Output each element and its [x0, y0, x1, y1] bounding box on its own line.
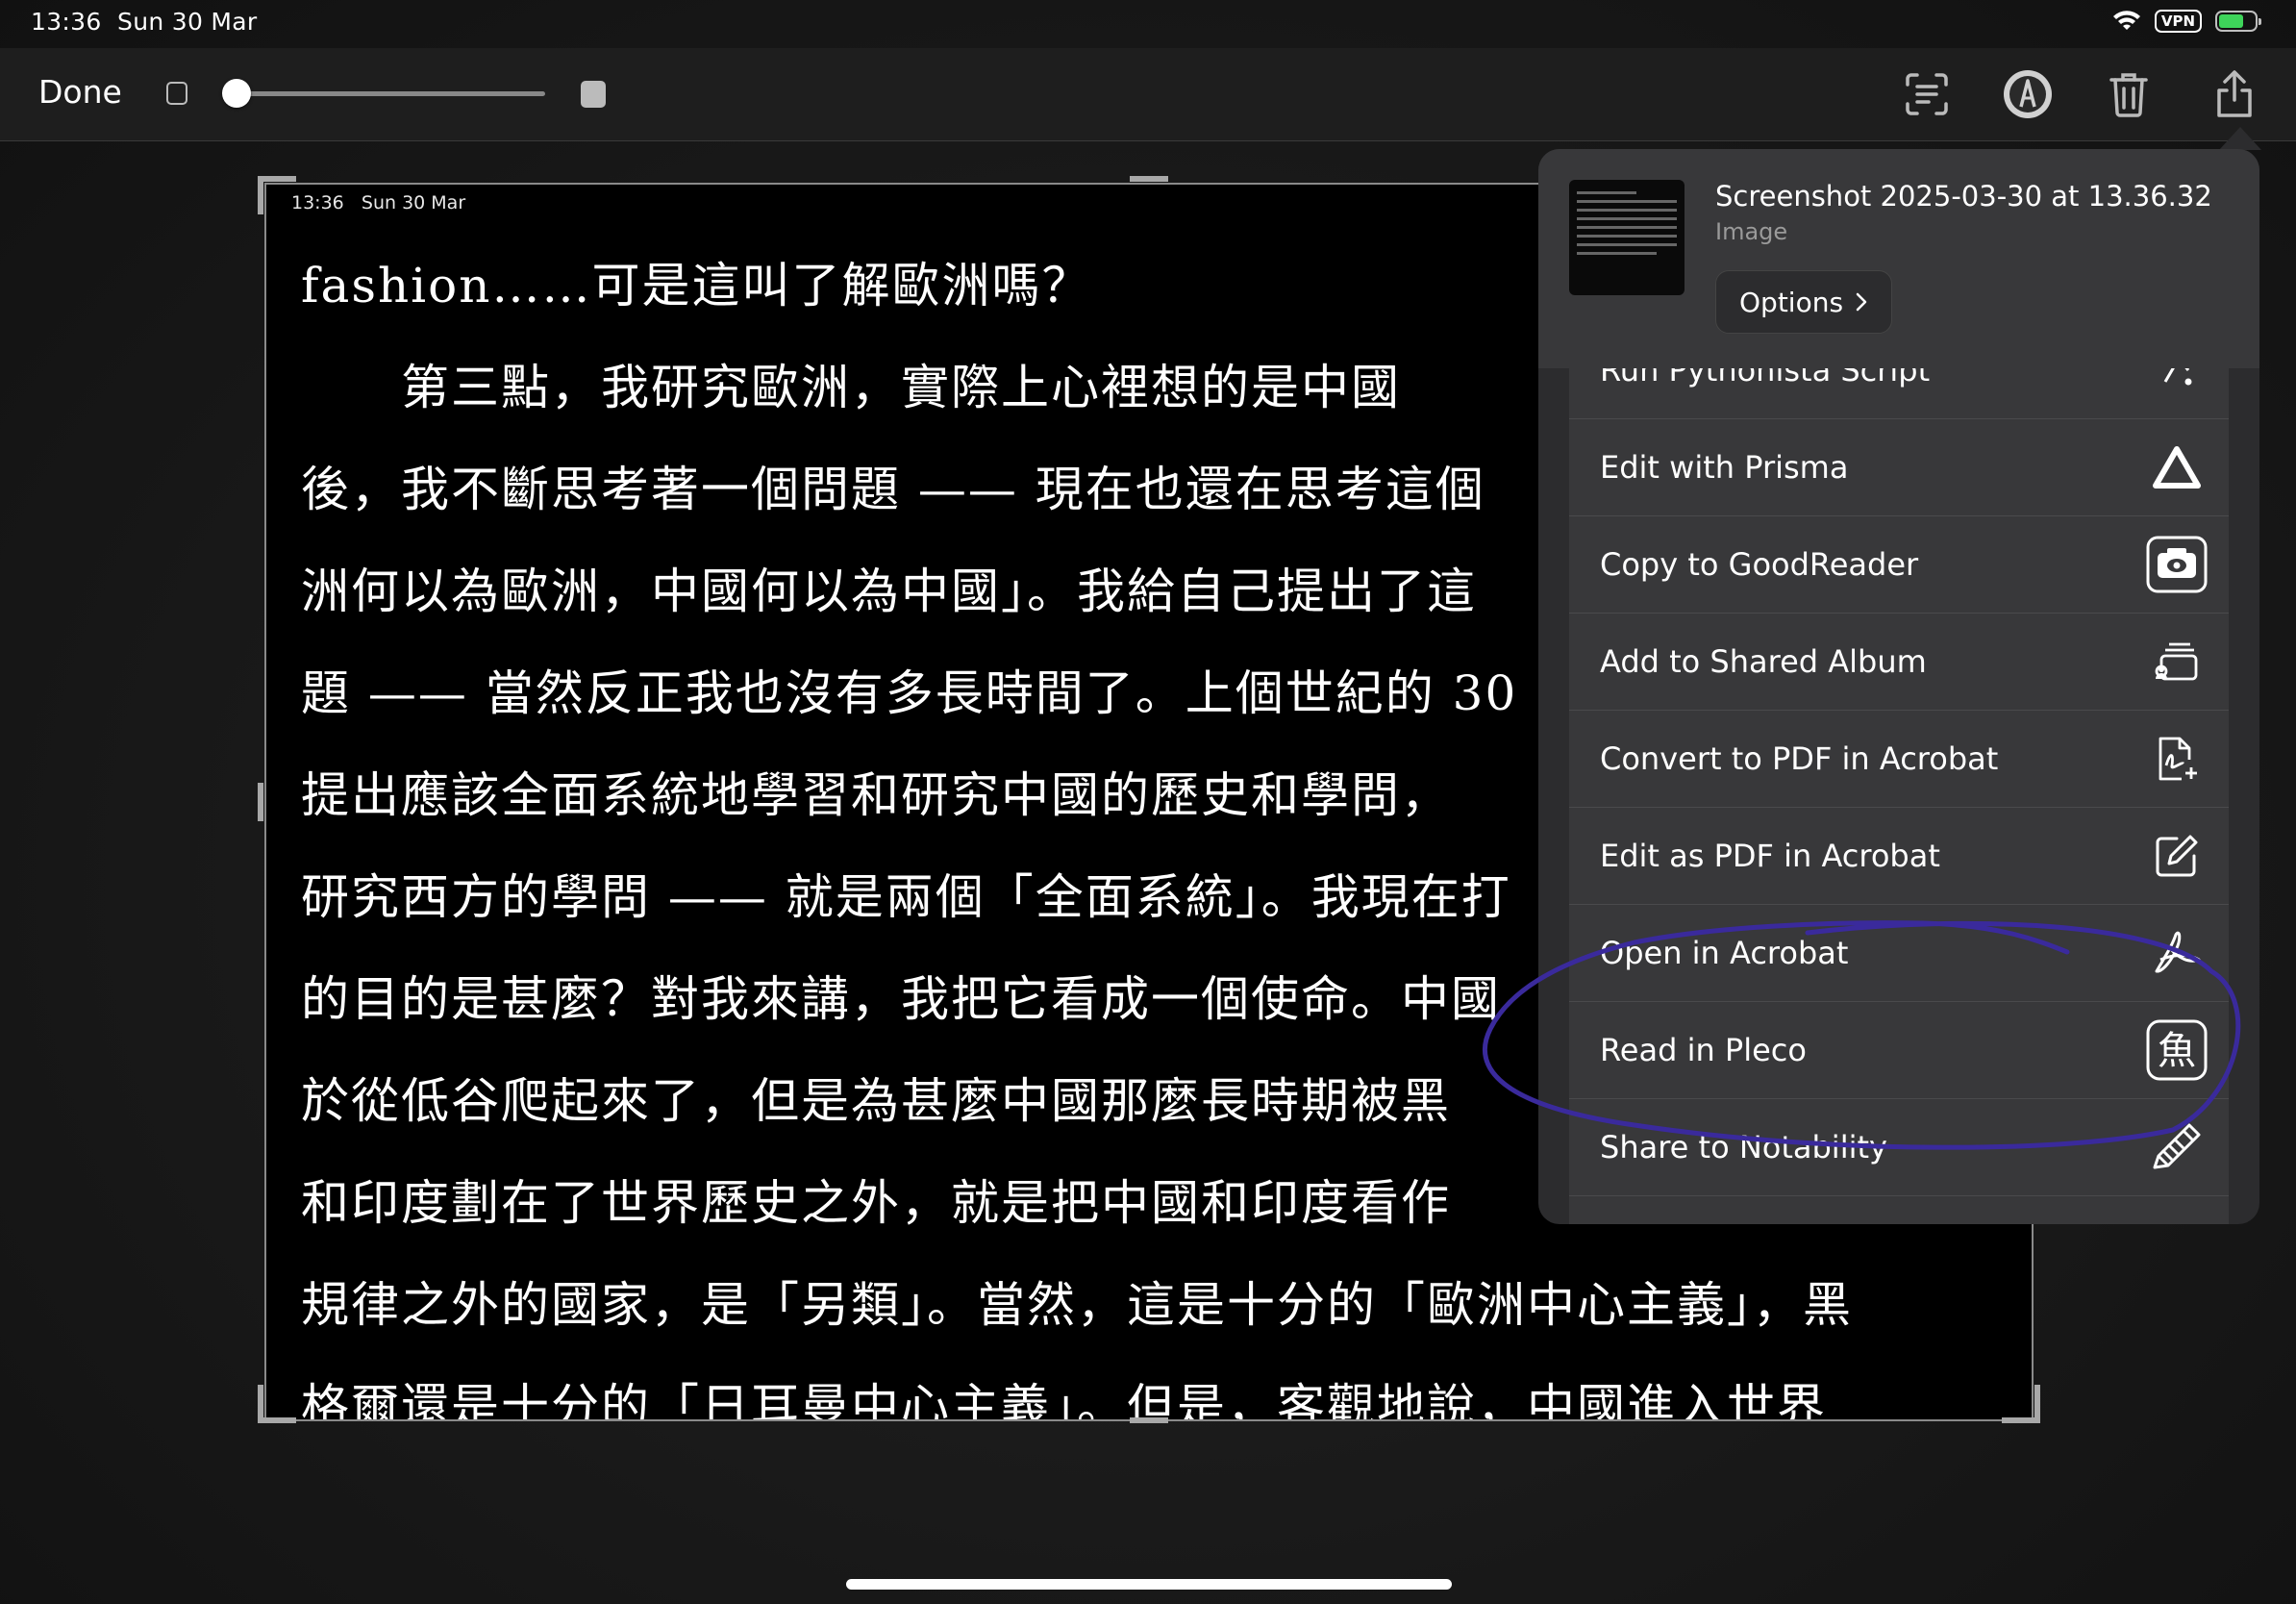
markup-pen-icon[interactable]	[2001, 67, 2055, 121]
action-convert-to-pdf[interactable]: Convert to PDF in Acrobat	[1569, 711, 2229, 808]
pencil-icon	[2146, 1116, 2208, 1178]
small-size-icon	[166, 82, 187, 105]
chevron-right-icon	[1856, 292, 1867, 312]
large-size-icon	[581, 81, 606, 108]
share-sheet-header: Screenshot 2025-03-30 at 13.36.32 Image …	[1538, 149, 2259, 368]
share-sheet: Run Pythonista Script Edit with Prisma C…	[1538, 149, 2259, 1224]
preview-status-bar: 13:36 Sun 30 Mar	[291, 192, 465, 213]
action-open-in-acrobat[interactable]: Open in Acrobat	[1569, 905, 2229, 1002]
action-label: Add to Shared Album	[1600, 643, 1927, 680]
pdf-convert-icon	[2146, 728, 2208, 789]
action-list: Run Pythonista Script Edit with Prisma C…	[1569, 322, 2229, 1224]
action-label: Edit with Prisma	[1600, 449, 1849, 486]
acrobat-icon	[2146, 922, 2208, 984]
text-line: 規律之外的國家，是「另類」。當然，這是十分的「歐洲中心主義」，黑	[301, 1277, 1853, 1333]
crop-handle-left[interactable]	[258, 783, 263, 821]
pdf-edit-icon	[2146, 825, 2208, 887]
action-label: Read in Pleco	[1600, 1032, 1807, 1068]
goodreader-icon	[2146, 534, 2208, 595]
preview-time: 13:36	[291, 192, 344, 213]
file-title: Screenshot 2025-03-30 at 13.36.32	[1715, 180, 2212, 213]
shared-album-icon	[2146, 631, 2208, 692]
crop-handle-top[interactable]	[1130, 176, 1168, 182]
status-time-date: 13:36 Sun 30 Mar	[31, 8, 257, 36]
file-thumbnail	[1569, 180, 1685, 295]
trash-icon[interactable]	[2102, 67, 2156, 121]
preview-date: Sun 30 Mar	[361, 192, 466, 213]
svg-text:魚: 魚	[2158, 1029, 2196, 1073]
pleco-icon: 魚	[2146, 1019, 2208, 1081]
text-recognition-icon[interactable]	[1900, 67, 1954, 121]
action-add-to-shared-album[interactable]: Add to Shared Album	[1569, 614, 2229, 711]
action-label: Share to Notability	[1600, 1129, 1887, 1165]
status-icons: VPN	[2112, 10, 2261, 33]
options-button[interactable]: Options	[1715, 270, 1893, 334]
file-type: Image	[1715, 218, 1788, 245]
action-read-in-pleco[interactable]: Read in Pleco 魚	[1569, 1002, 2229, 1099]
home-indicator[interactable]	[846, 1579, 1452, 1590]
action-share-to-notability[interactable]: Share to Notability	[1569, 1099, 2229, 1196]
options-label: Options	[1739, 286, 1844, 318]
action-row-cutoff	[1569, 1196, 2229, 1224]
wifi-icon	[2112, 11, 2140, 30]
size-slider-thumb[interactable]	[222, 79, 251, 108]
crop-handle-top-left[interactable]	[258, 176, 296, 182]
action-label: Edit as PDF in Acrobat	[1600, 838, 1940, 874]
markup-toolbar: Done	[0, 48, 2296, 141]
battery-level	[2219, 14, 2244, 28]
battery-icon	[2215, 11, 2261, 32]
status-time: 13:36	[31, 8, 102, 36]
action-label: Convert to PDF in Acrobat	[1600, 740, 1999, 777]
status-date: Sun 30 Mar	[117, 8, 258, 36]
action-label: Open in Acrobat	[1600, 935, 1849, 971]
size-slider-track[interactable]	[236, 91, 545, 96]
action-edit-with-prisma[interactable]: Edit with Prisma	[1569, 419, 2229, 516]
action-edit-as-pdf[interactable]: Edit as PDF in Acrobat	[1569, 808, 2229, 905]
action-copy-to-goodreader[interactable]: Copy to GoodReader	[1569, 516, 2229, 614]
action-label: Copy to GoodReader	[1600, 546, 1919, 583]
crop-handle-bottom[interactable]	[1130, 1417, 1168, 1423]
share-icon[interactable]	[2208, 67, 2261, 121]
vpn-badge: VPN	[2154, 10, 2202, 33]
text-line: 格爾還是十分的「日耳曼中心主義」。但是，客觀地說，中國進入世界	[301, 1379, 1827, 1421]
crop-handle-bottom-left[interactable]	[258, 1417, 296, 1423]
prisma-icon	[2146, 437, 2208, 498]
done-button[interactable]: Done	[38, 73, 122, 111]
share-sheet-caret	[2219, 127, 2261, 150]
